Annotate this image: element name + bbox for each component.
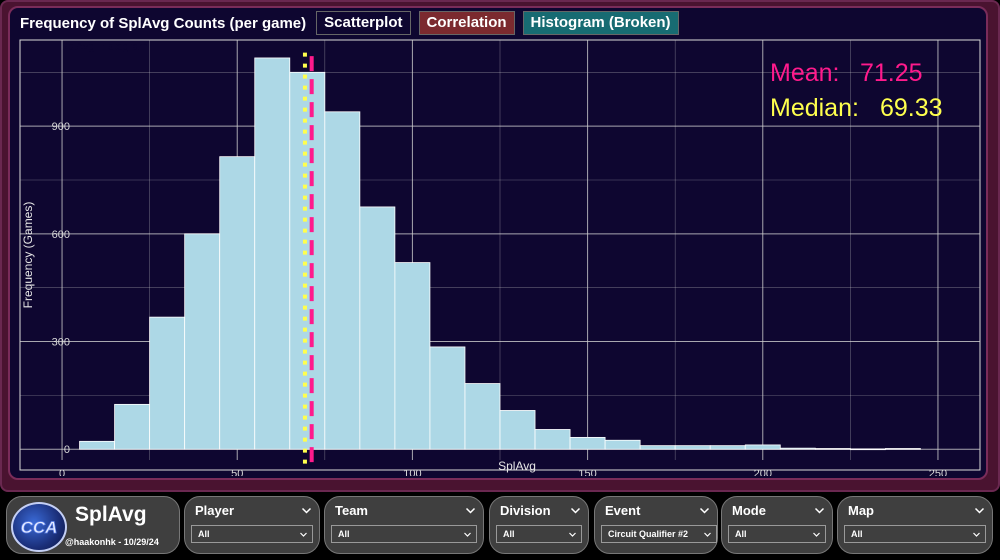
mean-value: 71.25 — [860, 59, 923, 87]
histogram-bar — [464, 383, 501, 450]
histogram-bar — [359, 206, 396, 450]
filter-event: Event Circuit Qualifier #2 — [594, 496, 718, 554]
y-tick-label: 600 — [52, 229, 70, 241]
filter-label-map: Map — [848, 503, 874, 518]
filter-division: Division All — [489, 496, 589, 554]
filter-label-mode: Mode — [732, 503, 766, 518]
stat-card-subtitle: @haakonhk - 10/29/24 — [65, 537, 159, 547]
filter-team: Team All — [324, 496, 484, 554]
filter-value-mode: All — [735, 529, 747, 539]
histogram-bar — [184, 233, 221, 450]
histogram-bar — [814, 448, 851, 450]
chevron-down-icon[interactable] — [703, 530, 712, 542]
histogram-bar — [394, 262, 431, 450]
chevron-down-icon[interactable] — [814, 503, 825, 514]
header-bar: Frequency of SplAvg Counts (per game) Sc… — [20, 11, 679, 35]
x-tick-label: 0 — [59, 468, 65, 476]
filter-select-mode[interactable]: All — [728, 525, 826, 543]
median-label: Median: — [770, 94, 859, 122]
histogram-bar — [849, 448, 886, 451]
filter-select-team[interactable]: All — [331, 525, 477, 543]
x-tick-label: 100 — [403, 468, 421, 476]
tab-scatterplot[interactable]: Scatterplot — [316, 11, 411, 35]
filter-select-player[interactable]: All — [191, 525, 313, 543]
histogram-bar — [604, 439, 641, 450]
y-axis-label: Frequency (Games) — [21, 202, 35, 309]
chevron-down-icon[interactable] — [465, 503, 476, 514]
histogram-bar — [79, 440, 115, 450]
histogram-bar — [254, 57, 291, 450]
filter-label-team: Team — [335, 503, 368, 518]
filter-value-player: All — [198, 529, 210, 539]
histogram-bar — [499, 410, 536, 450]
histogram-chart: SplAvg Histogram 0 50 100 150 200 250 0 300 600 9… — [19, 39, 981, 476]
page-title: Frequency of SplAvg Counts (per game) — [20, 14, 307, 32]
chevron-down-icon[interactable] — [972, 530, 981, 542]
chevron-down-icon[interactable] — [570, 503, 581, 514]
histogram-bar — [744, 444, 781, 450]
histogram-bar — [709, 445, 746, 450]
filter-value-division: All — [503, 529, 515, 539]
x-tick-label: 150 — [578, 468, 596, 476]
chevron-down-icon[interactable] — [812, 530, 821, 542]
chevron-down-icon[interactable] — [301, 503, 312, 514]
histogram-bar — [779, 447, 816, 450]
filter-value-team: All — [338, 529, 350, 539]
x-tick-label: 50 — [231, 468, 243, 476]
histogram-bar — [569, 436, 606, 450]
histogram-bar — [289, 71, 326, 450]
histogram-bar — [114, 403, 151, 450]
filter-select-map[interactable]: All — [844, 525, 986, 543]
filter-mode: Mode All — [721, 496, 833, 554]
svg-text:CCA: CCA — [21, 518, 58, 537]
chart-title: SplAvg Histogram — [60, 41, 148, 53]
y-tick-label: 300 — [52, 337, 70, 349]
x-axis-label: SplAvg — [498, 459, 536, 473]
filter-value-event: Circuit Qualifier #2 — [608, 529, 689, 539]
histogram-bar — [324, 111, 361, 450]
histogram-bar — [534, 429, 571, 450]
histogram-bar — [429, 346, 466, 450]
cca-logo-icon: CCA — [11, 502, 67, 552]
y-tick-label: 0 — [64, 444, 70, 456]
filter-value-map: All — [851, 529, 863, 539]
chevron-down-icon[interactable] — [463, 530, 472, 542]
chevron-down-icon[interactable] — [299, 530, 308, 542]
x-tick-label: 200 — [754, 468, 772, 476]
y-tick-label: 900 — [52, 121, 70, 133]
filter-select-division[interactable]: All — [496, 525, 582, 543]
cca-logo-mark: CCA — [20, 518, 58, 538]
x-tick-label: 250 — [929, 468, 947, 476]
chevron-down-icon[interactable] — [699, 503, 710, 514]
histogram-bar — [885, 448, 921, 450]
stat-card-title: SplAvg — [75, 503, 147, 526]
filter-map: Map All — [837, 496, 993, 554]
chevron-down-icon[interactable] — [974, 503, 985, 514]
histogram-bar — [219, 156, 256, 450]
chevron-down-icon[interactable] — [568, 530, 577, 542]
filter-label-event: Event — [605, 503, 641, 518]
filter-label-division: Division — [500, 503, 551, 518]
mean-label: Mean: — [770, 59, 839, 87]
histogram-bar — [674, 445, 711, 450]
stat-card: CCA SplAvg @haakonhk - 10/29/24 — [6, 496, 180, 554]
histogram-bar — [639, 445, 676, 450]
filter-player: Player All — [184, 496, 320, 554]
median-value: 69.33 — [880, 94, 943, 122]
histogram-bar — [149, 316, 186, 450]
tab-histogram[interactable]: Histogram (Broken) — [522, 11, 679, 35]
filter-select-event[interactable]: Circuit Qualifier #2 — [601, 525, 717, 543]
mean-annotation: Mean: 71.25 — [770, 59, 923, 87]
median-annotation: Median: 69.33 — [770, 94, 943, 122]
tab-correlation[interactable]: Correlation — [418, 11, 515, 35]
filter-label-player: Player — [195, 503, 235, 518]
